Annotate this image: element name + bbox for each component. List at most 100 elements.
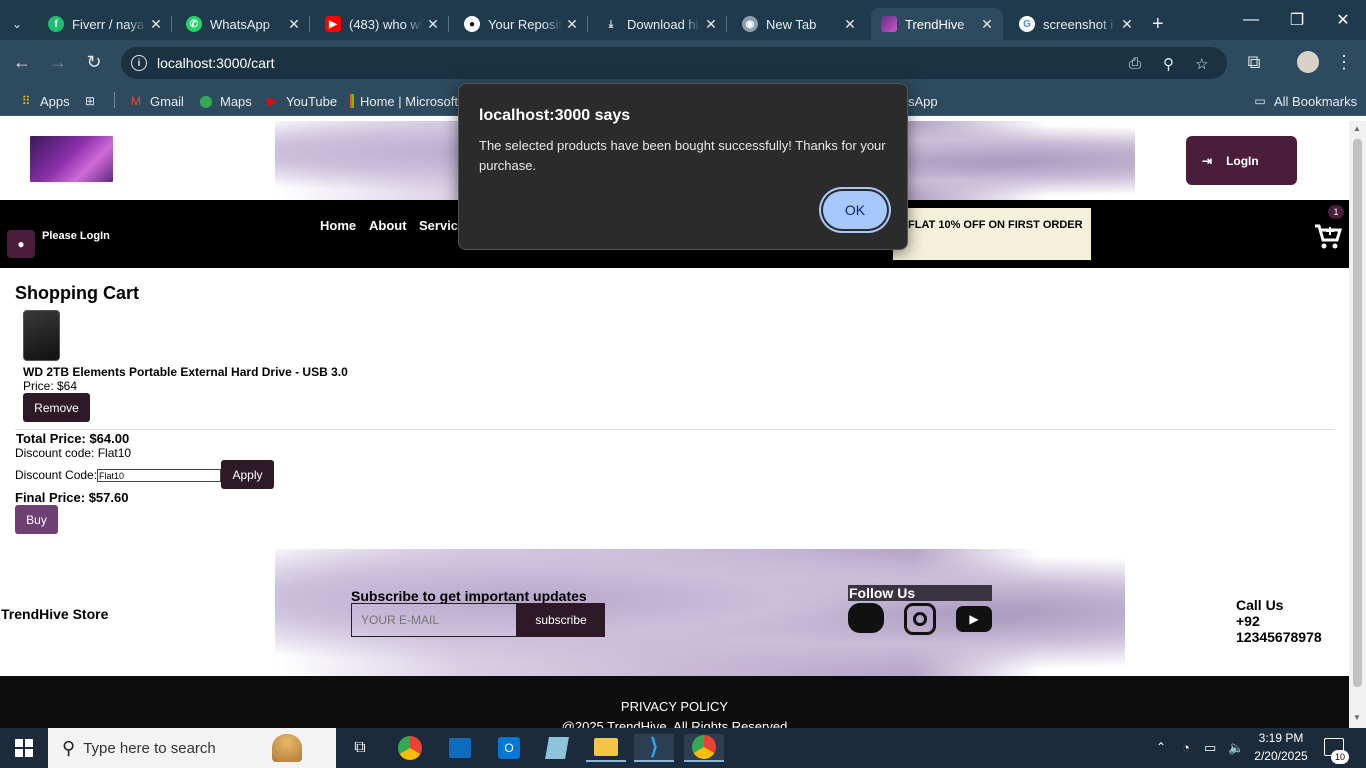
tab-fiverr[interactable]: f Fiverr / nayab ✕ (38, 8, 172, 40)
taskbar-file-explorer[interactable] (586, 734, 626, 762)
close-icon[interactable]: ✕ (146, 16, 166, 33)
call-us-title: Call Us (1236, 597, 1284, 613)
avatar (1297, 51, 1319, 73)
taskbar-outlook[interactable]: O (489, 734, 529, 762)
ok-button[interactable]: OK (823, 191, 887, 229)
forward-button[interactable]: → (44, 48, 72, 76)
close-icon[interactable]: ✕ (1117, 16, 1137, 33)
all-bookmarks[interactable]: ▭ All Bookmarks (1252, 92, 1357, 110)
taskbar-vscode[interactable]: ⟩ (634, 734, 674, 762)
minimize-icon: — (1243, 11, 1259, 28)
login-icon: ⇥ (1202, 153, 1213, 168)
phone-number: +92 12345678978 (1236, 613, 1322, 645)
info-icon[interactable]: i (131, 55, 147, 71)
outlook-icon: O (498, 737, 520, 759)
apply-button[interactable]: Apply (221, 460, 274, 489)
scroll-thumb[interactable] (1353, 139, 1362, 687)
instagram-icon[interactable] (904, 603, 936, 635)
tab-google[interactable]: G screenshot i ✕ (1009, 8, 1143, 40)
minimize-button[interactable]: — (1228, 0, 1274, 40)
discount-info: Discount code: Flat10 (15, 446, 132, 460)
privacy-policy-link[interactable]: PRIVACY POLICY (0, 699, 1349, 714)
extensions-button[interactable]: ⧉ (1240, 48, 1268, 76)
chevron-up-icon[interactable]: ⌃ (1156, 740, 1166, 754)
network-icon[interactable]: ◔ (1182, 740, 1190, 755)
vscode-icon: ⟩ (649, 734, 659, 759)
tab-download[interactable]: ⤓ Download hi ✕ (593, 8, 727, 40)
start-button[interactable] (4, 734, 44, 762)
tab-whatsapp[interactable]: ✆ WhatsApp ✕ (176, 8, 310, 40)
bookmark-youtube[interactable]: ▶ YouTube (264, 92, 337, 110)
user-status: Please LogIn (42, 230, 110, 242)
new-tab-button[interactable]: + (1148, 8, 1176, 40)
fiverr-icon: f (48, 16, 64, 32)
address-bar[interactable]: i localhost:3000/cart ⎙ ⚲ ☆ (121, 47, 1227, 79)
bookmark-label: Apps (40, 93, 70, 109)
user-icon[interactable]: ● (7, 230, 35, 258)
nav-home[interactable]: Home (320, 218, 356, 233)
notification-count-badge: 10 (1331, 750, 1349, 764)
subscribe-button[interactable]: subscribe (517, 603, 605, 637)
github-icon: ● (464, 16, 480, 32)
login-label: LogIn (1226, 153, 1259, 168)
cart-icon[interactable] (1313, 221, 1343, 251)
folder-icon: ▭ (1254, 94, 1266, 108)
tab-new-tab[interactable]: ◉ New Tab ✕ (732, 8, 866, 40)
bookmark-maps[interactable]: ⬤ Maps (198, 92, 252, 110)
zoom-icon[interactable]: ⚲ (1163, 55, 1174, 73)
tab-search-button[interactable]: ⌄ (6, 8, 36, 40)
dialog-message: The selected products have been bought s… (479, 138, 886, 173)
taskbar-app[interactable] (537, 734, 577, 762)
page-scrollbar[interactable]: ▲ ▼ (1349, 121, 1366, 728)
discount-code-input[interactable] (97, 469, 221, 482)
tab-title: screenshot i (1043, 16, 1114, 32)
remove-button[interactable]: Remove (23, 393, 90, 422)
volume-icon[interactable]: 🔈 (1228, 740, 1244, 756)
menu-button[interactable]: ⋮ (1330, 48, 1358, 76)
youtube-icon[interactable]: ▶ (956, 606, 992, 632)
taskbar-store[interactable] (440, 734, 480, 762)
back-button[interactable]: ← (8, 48, 36, 76)
chrome-icon (398, 736, 422, 760)
close-window-button[interactable]: ✕ (1320, 0, 1366, 40)
close-icon[interactable]: ✕ (423, 16, 443, 33)
reload-icon: ↻ (86, 51, 102, 72)
bookmark-whatsapp[interactable]: sApp (908, 92, 938, 110)
close-icon[interactable]: ✕ (840, 16, 860, 33)
tab-trendhive[interactable]: TrendHive ✕ (871, 8, 1003, 40)
close-icon[interactable]: ✕ (701, 16, 721, 33)
final-price: Final Price: $57.60 (15, 490, 129, 505)
bookmark-microsoft[interactable]: Home | Microsoft (350, 92, 458, 110)
google-icon: G (1019, 16, 1035, 32)
battery-icon[interactable]: ▭ (1204, 740, 1216, 756)
taskbar-chrome-active[interactable] (684, 734, 724, 762)
bookmark-gmail[interactable]: M Gmail (128, 92, 184, 110)
nav-about[interactable]: About (369, 218, 407, 233)
close-icon[interactable]: ✕ (977, 16, 997, 33)
product-price: Price: $64 (23, 379, 78, 393)
taskbar-search[interactable]: ⚲ Type here to search (48, 728, 336, 768)
clock-date[interactable]: 2/20/2025 (1252, 749, 1310, 763)
bookmark-star-icon[interactable]: ☆ (1195, 55, 1208, 73)
tab-github[interactable]: ● Your Reposit ✕ (454, 8, 588, 40)
install-app-icon[interactable]: ⎙ (1129, 55, 1141, 72)
email-input[interactable] (351, 603, 517, 637)
discord-icon[interactable] (848, 603, 884, 633)
tab-youtube[interactable]: ▶ (483) who wi ✕ (315, 8, 449, 40)
bookmark-apps[interactable]: ⠿ Apps (18, 92, 70, 110)
task-view-icon: ⧉ (354, 739, 366, 756)
close-icon[interactable]: ✕ (284, 16, 304, 33)
task-view-button[interactable]: ⧉ (340, 734, 380, 762)
url-text[interactable]: localhost:3000/cart (157, 55, 275, 71)
taskbar-chrome[interactable] (390, 734, 430, 762)
clock-time[interactable]: 3:19 PM (1256, 731, 1306, 745)
profile-button[interactable] (1294, 48, 1322, 76)
site-logo[interactable] (30, 136, 113, 182)
reload-button[interactable]: ↻ (80, 48, 108, 76)
buy-button[interactable]: Buy (15, 505, 58, 534)
bookmark-tiles[interactable]: ⊞ (82, 92, 104, 110)
close-icon[interactable]: ✕ (562, 16, 582, 33)
search-placeholder: Type here to search (83, 739, 216, 757)
login-button[interactable]: ⇥ LogIn (1186, 136, 1297, 185)
restore-button[interactable]: ❐ (1274, 0, 1320, 40)
